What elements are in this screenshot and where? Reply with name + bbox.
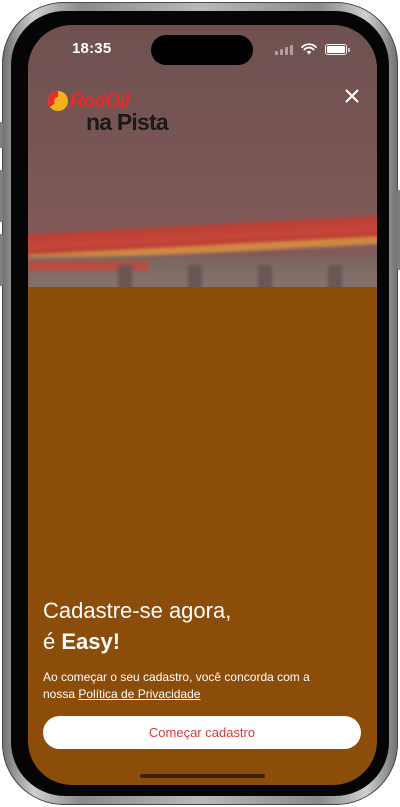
- headline-line2: é Easy!: [43, 626, 343, 657]
- headline-bold: Easy!: [61, 629, 121, 654]
- close-button[interactable]: [339, 83, 365, 109]
- close-icon: [345, 89, 359, 103]
- volume-up-button: [0, 170, 3, 222]
- app-screen: 18:35 RodOil na Pista Cadastre-se agora,…: [28, 25, 377, 785]
- headline-prefix: é: [43, 629, 62, 654]
- signal-icon: [275, 44, 293, 55]
- dynamic-island: [151, 35, 253, 65]
- wave-divider: [28, 292, 377, 407]
- rodoil-logo-icon: [48, 91, 68, 111]
- headline-line1: Cadastre-se agora,: [43, 598, 232, 623]
- privacy-policy-link[interactable]: Política de Privacidade: [78, 687, 200, 701]
- wifi-icon: [301, 43, 317, 55]
- status-time: 18:35: [72, 40, 112, 57]
- battery-icon: [325, 43, 350, 55]
- headline: Cadastre-se agora, é Easy!: [43, 595, 343, 657]
- phone-frame: 18:35 RodOil na Pista Cadastre-se agora,…: [0, 2, 400, 805]
- status-icons: [275, 42, 350, 56]
- start-signup-button[interactable]: Começar cadastro: [43, 716, 361, 749]
- brand-name-bottom: na Pista: [86, 109, 169, 135]
- brand-logo: RodOil na Pista: [46, 89, 196, 139]
- terms-text: Ao começar o seu cadastro, você concorda…: [43, 669, 343, 703]
- action-button: [0, 122, 3, 148]
- home-indicator: [140, 774, 265, 778]
- volume-down-button: [0, 234, 3, 286]
- hero-wave-shape: [28, 287, 377, 407]
- status-bar: 18:35: [28, 25, 377, 73]
